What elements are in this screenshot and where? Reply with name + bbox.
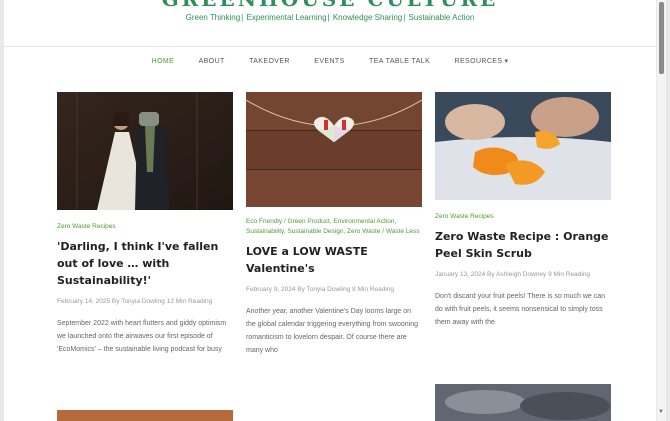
post-category[interactable]: Eco Friendly / Green Product, Environmen… xyxy=(246,217,422,237)
nav-tea-table-talk[interactable]: TEA TABLE TALK xyxy=(369,58,430,65)
nav-home[interactable]: HOME xyxy=(152,58,175,65)
post-card: Zero Waste Recipes Zero Waste Recipe : O… xyxy=(435,92,611,329)
tagline-item: Knowledge Sharing xyxy=(332,13,403,22)
post-meta: February 9, 2024 By Tonyia Dowling 8 Min… xyxy=(246,286,395,293)
post-meta: January 13, 2024 By Ashleigh Downey 9 Mi… xyxy=(435,271,591,278)
post-excerpt: Don't discard your fruit peels! There is… xyxy=(435,293,606,326)
header-divider xyxy=(4,46,656,47)
nav-takeover[interactable]: TAKEOVER xyxy=(249,58,290,65)
page: GREENHOUSE CULTURE Green Thinking| Exper… xyxy=(4,0,656,421)
post-title[interactable]: LOVE a LOW WASTE Valentine's xyxy=(246,243,422,277)
post-image-wedding[interactable] xyxy=(57,92,233,210)
heart-on-string-photo xyxy=(246,92,422,207)
nav-about[interactable]: ABOUT xyxy=(199,58,225,65)
post-image-valentine[interactable] xyxy=(246,92,422,207)
post-category[interactable]: Zero Waste Recipes xyxy=(57,222,233,232)
post-title[interactable]: 'Darling, I think I've fallen out of lov… xyxy=(57,238,233,289)
chevron-down-icon: ▾ xyxy=(504,58,509,65)
post-card: Eco Friendly / Green Product, Environmen… xyxy=(246,92,422,357)
post-meta: February 14, 2025 By Tonyia Dowling 12 M… xyxy=(57,298,213,305)
tagline-item: Green Thinking xyxy=(185,13,241,22)
scroll-down-icon[interactable]: ▼ xyxy=(658,409,664,415)
cloudy-photo xyxy=(435,384,611,421)
post-image-partial[interactable] xyxy=(57,410,233,421)
site-title[interactable]: GREENHOUSE CULTURE xyxy=(4,0,656,11)
site-tagline: Green Thinking| Experimental Learning| K… xyxy=(185,13,475,22)
orange-peel-photo xyxy=(435,92,611,200)
post-card: Zero Waste Recipes 'Darling, I think I'v… xyxy=(57,92,233,356)
tagline-item: Sustainable Action xyxy=(408,13,475,22)
post-excerpt: September 2022 with heart flutters and g… xyxy=(57,320,227,353)
nav-resources[interactable]: RESOURCES ▾ xyxy=(455,57,509,65)
post-image-partial[interactable] xyxy=(435,384,611,421)
tagline-item: Experimental Learning xyxy=(246,13,327,22)
scrollbar[interactable]: ▼ xyxy=(657,0,666,421)
nav-resources-label: RESOURCES xyxy=(454,58,503,65)
nav-events[interactable]: EVENTS xyxy=(314,58,344,65)
main-nav: HOME ABOUT TAKEOVER EVENTS TEA TABLE TAL… xyxy=(4,57,656,65)
post-image-orange-peel[interactable] xyxy=(435,92,611,200)
post-title[interactable]: Zero Waste Recipe : Orange Peel Skin Scr… xyxy=(435,228,611,262)
post-excerpt: Another year, another Valentine's Day lo… xyxy=(246,308,418,354)
post-category[interactable]: Zero Waste Recipes xyxy=(435,212,611,222)
wedding-photo xyxy=(57,92,233,210)
scrollbar-thumb[interactable] xyxy=(659,2,664,74)
